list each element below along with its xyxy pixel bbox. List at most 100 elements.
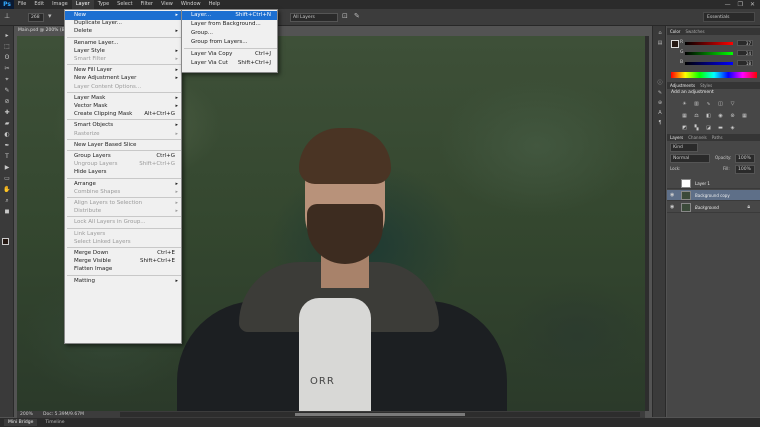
pressure-icon[interactable]: ✎	[354, 12, 360, 20]
tab-color[interactable]: Color	[670, 28, 680, 35]
history-brush-tool-icon[interactable]: ▰	[3, 120, 11, 127]
layer-row[interactable]: Layer 1	[667, 178, 760, 189]
brightness-icon[interactable]: ☀	[681, 101, 688, 107]
zoom-level[interactable]: 200%	[20, 411, 33, 418]
layer-row[interactable]: ◉ Background copy	[667, 190, 760, 201]
menu-edit[interactable]: Edit	[30, 0, 48, 9]
pen-tool-icon[interactable]: ▭	[3, 175, 11, 182]
g-slider[interactable]	[685, 52, 733, 55]
b-value[interactable]: 18	[737, 60, 753, 66]
foreground-color-swatch[interactable]	[2, 238, 9, 245]
visibility-eye-icon[interactable]: ◉	[670, 204, 676, 211]
ignore-adjustment-icon[interactable]: ⊡	[342, 12, 348, 20]
new-submenu-item[interactable]: Group from Layers...	[182, 38, 277, 47]
dodge-tool-icon[interactable]: ▶	[3, 164, 11, 171]
layer-filter-kind[interactable]: Kind	[670, 143, 698, 152]
restore-icon[interactable]: ❐	[738, 1, 743, 8]
new-submenu-item[interactable]: Layer from Background...	[182, 20, 277, 29]
color-spectrum[interactable]	[671, 72, 757, 78]
info-icon[interactable]: ⓘ	[656, 80, 664, 87]
properties-icon[interactable]: ▤	[656, 40, 664, 47]
hue-sat-icon[interactable]: ▦	[681, 113, 688, 119]
menu-help[interactable]: Help	[205, 0, 224, 9]
menu-image[interactable]: Image	[48, 0, 72, 9]
menu-file[interactable]: File	[14, 0, 30, 9]
layer-menu-item[interactable]: Delete ▸	[65, 27, 181, 36]
menu-select[interactable]: Select	[113, 0, 136, 9]
tab-adjustments[interactable]: Adjustments	[670, 82, 695, 89]
photo-filter-icon[interactable]: ◉	[717, 113, 724, 119]
layer-name[interactable]: Background copy	[695, 190, 730, 201]
tab-paths[interactable]: Paths	[712, 134, 723, 141]
clone-tool-icon[interactable]: ✚	[3, 109, 11, 116]
close-icon[interactable]: ✕	[750, 1, 755, 8]
clone-source-icon[interactable]: ⊕	[656, 100, 664, 107]
tab-swatches[interactable]: Swatches	[685, 28, 704, 35]
blur-tool-icon[interactable]: T	[3, 153, 11, 160]
menu-filter[interactable]: Filter	[137, 0, 157, 9]
vibrance-icon[interactable]: ▽	[729, 101, 736, 107]
menu-type[interactable]: Type	[94, 0, 113, 9]
paragraph-icon[interactable]: ¶	[656, 120, 664, 127]
foreground-swatch[interactable]	[671, 40, 679, 48]
menu-window[interactable]: Window	[177, 0, 205, 9]
gradient-tool-icon[interactable]: ✒	[3, 142, 11, 149]
tab-channels[interactable]: Channels	[688, 134, 707, 141]
posterize-icon[interactable]: ▚	[693, 125, 700, 131]
tab-mini-bridge[interactable]: Mini Bridge	[4, 419, 38, 426]
visibility-eye-icon[interactable]: ◉	[670, 192, 676, 199]
new-submenu-item[interactable]: Group...	[182, 29, 277, 38]
tool-preset-icon[interactable]: ⊥	[4, 12, 10, 20]
brush-panel-icon[interactable]: ✎	[656, 90, 664, 97]
r-slider[interactable]	[685, 42, 733, 45]
bw-icon[interactable]: ◧	[705, 113, 712, 119]
lasso-tool-icon[interactable]: ʘ	[3, 54, 11, 61]
type-tool-icon[interactable]: ✋	[3, 186, 11, 193]
crop-tool-icon[interactable]: ✂	[3, 65, 11, 72]
color-lookup-icon[interactable]: ▦	[741, 113, 748, 119]
blend-mode-select[interactable]: Normal	[670, 154, 710, 163]
color-balance-icon[interactable]: ⚖	[693, 113, 700, 119]
layer-menu-item[interactable]: New Layer Based Slice	[65, 141, 181, 150]
marquee-tool-icon[interactable]: ⬚	[3, 43, 11, 50]
brush-size-field[interactable]: 268	[28, 13, 44, 22]
brush-tool-icon[interactable]: ⊘	[3, 98, 11, 105]
threshold-icon[interactable]: ◪	[705, 125, 712, 131]
scroll-thumb[interactable]	[295, 413, 465, 416]
fill-field[interactable]: 100%	[735, 165, 755, 174]
layer-menu-item[interactable]: Create Clipping Mask Alt+Ctrl+G	[65, 110, 181, 119]
layer-name[interactable]: Layer 1	[695, 178, 710, 189]
channel-mixer-icon[interactable]: ⊛	[729, 113, 736, 119]
path-select-tool-icon[interactable]: ⌕	[3, 197, 11, 204]
shape-tool-icon[interactable]: ◼	[3, 208, 11, 215]
g-value[interactable]: 24	[737, 50, 753, 56]
invert-icon[interactable]: ◩	[681, 125, 688, 131]
vertical-scrollbar[interactable]	[645, 36, 649, 411]
exposure-icon[interactable]: ◫	[717, 101, 724, 107]
b-slider[interactable]	[685, 62, 733, 65]
move-tool-icon[interactable]: ▸	[3, 32, 11, 39]
menu-view[interactable]: View	[157, 0, 177, 9]
new-submenu-item[interactable]: Layer Via Cut Shift+Ctrl+J	[182, 59, 277, 68]
layer-name[interactable]: Background	[695, 202, 719, 213]
tab-layers[interactable]: Layers	[670, 134, 683, 141]
sample-layers-select[interactable]: All Layers	[290, 13, 338, 22]
minimize-icon[interactable]: —	[725, 1, 731, 8]
workspace-select[interactable]: Essentials	[703, 12, 755, 22]
layer-menu-item[interactable]: Hide Layers	[65, 168, 181, 177]
horizontal-scrollbar[interactable]	[120, 412, 640, 417]
opacity-field[interactable]: 100%	[735, 154, 755, 163]
eraser-tool-icon[interactable]: ◐	[3, 131, 11, 138]
layer-menu-item[interactable]: Flatten Image	[65, 265, 181, 274]
eyedropper-tool-icon[interactable]: ⌖	[3, 76, 11, 83]
levels-icon[interactable]: ▥	[693, 101, 700, 107]
gradient-map-icon[interactable]: ▬	[717, 125, 724, 131]
new-submenu-item[interactable]: Layer... Shift+Ctrl+N	[182, 11, 277, 20]
selective-color-icon[interactable]: ◈	[729, 125, 736, 131]
tab-timeline[interactable]: Timeline	[45, 420, 64, 425]
menu-layer[interactable]: Layer	[71, 0, 94, 9]
curves-icon[interactable]: ∿	[705, 101, 712, 107]
character-icon[interactable]: A	[656, 110, 664, 117]
history-icon[interactable]: ⌂	[656, 30, 664, 37]
brush-picker-icon[interactable]: ▾	[48, 12, 52, 20]
